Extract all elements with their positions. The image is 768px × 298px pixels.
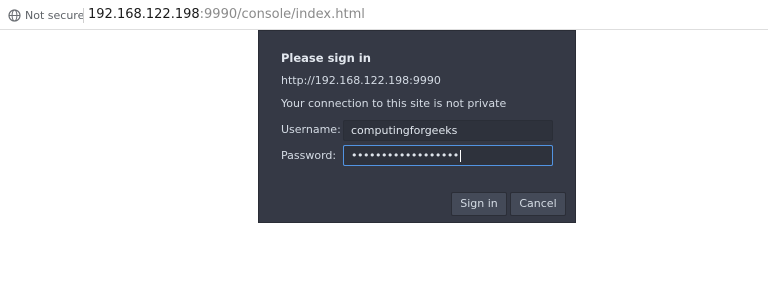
sign-in-dialog: Please sign in http://192.168.122.198:99… [258,30,576,223]
username-value: computingforgeeks [351,124,458,137]
username-field[interactable]: computingforgeeks [343,120,553,141]
password-value: •••••••••••••••••• [351,149,459,162]
password-label: Password: [281,149,337,162]
globe-icon [8,9,21,22]
url-host: 192.168.122.198 [88,7,200,22]
address-divider [83,8,84,23]
username-label: Username: [281,123,341,136]
security-indicator[interactable]: Not secure [8,8,84,23]
browser-page: Not secure 192.168.122.198:9990/console/… [0,0,768,298]
not-secure-label: Not secure [25,9,85,22]
url-path: :9990/console/index.html [199,7,365,22]
sign-in-button[interactable]: Sign in [451,192,507,216]
dialog-title: Please sign in [281,51,371,65]
dialog-warning: Your connection to this site is not priv… [281,97,507,110]
cancel-button[interactable]: Cancel [510,192,566,216]
url-text[interactable]: 192.168.122.198:9990/console/index.html [88,6,365,24]
address-bar[interactable]: Not secure 192.168.122.198:9990/console/… [0,0,768,30]
dialog-origin: http://192.168.122.198:9990 [281,74,441,87]
password-field[interactable]: •••••••••••••••••• [343,145,553,166]
text-caret [459,150,461,162]
